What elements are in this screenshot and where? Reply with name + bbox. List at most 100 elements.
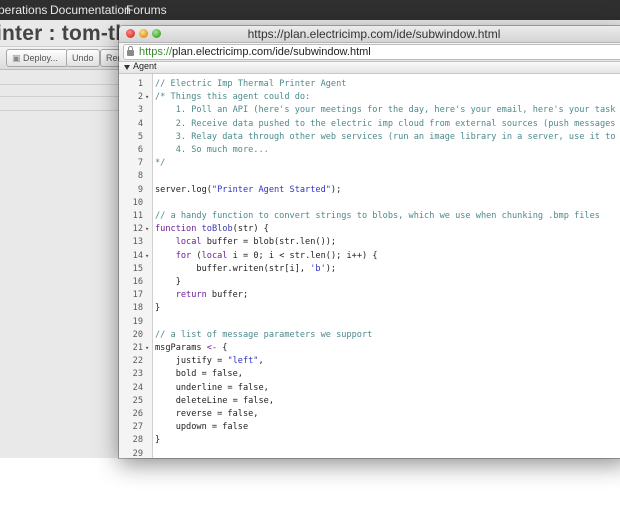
- popup-window: https://plan.electricimp.com/ide/subwind…: [119, 26, 620, 458]
- agent-panel-header[interactable]: Agent: [119, 61, 620, 74]
- fold-arrow-icon[interactable]: ▾: [145, 342, 149, 355]
- line-number: 29: [132, 448, 143, 458]
- line-number: 14: [132, 250, 143, 261]
- background-menubar: perations Documentation Forums: [0, 0, 620, 20]
- background-divider: [0, 96, 120, 97]
- code-editor[interactable]: 1// Electric Imp Thermal Printer Agent 2 ▾…: [119, 74, 620, 458]
- line-number: 17: [132, 290, 143, 301]
- code-line[interactable]: 8: [119, 170, 620, 183]
- agent-panel-label: Agent: [133, 61, 157, 71]
- code-line[interactable]: 17 return buffer;: [119, 289, 620, 302]
- code-text: /* Things this agent could do:: [155, 92, 311, 103]
- code-text: 1. Poll an API (here's your meetings for…: [175, 105, 616, 116]
- code-line[interactable]: 3 1. Poll an API (here's your meetings f…: [119, 104, 620, 117]
- code-text: 3. Relay data through other web services…: [175, 131, 616, 142]
- line-number: 26: [132, 409, 143, 419]
- code-text: function toBlob(str) {: [155, 224, 269, 235]
- line-number: 7: [137, 158, 143, 169]
- code-line[interactable]: 28}: [119, 434, 620, 447]
- code-text: msgParams <- {: [155, 343, 228, 353]
- code-line[interactable]: 5 3. Relay data through other web servic…: [119, 131, 620, 144]
- code-line[interactable]: 23 bold = false,: [119, 368, 620, 381]
- code-text: 4. So much more...: [155, 145, 269, 155]
- window-title: https://plan.electricimp.com/ide/subwind…: [247, 27, 501, 41]
- background-lower-area: [0, 458, 620, 528]
- code-line[interactable]: 22 justify = "left",: [119, 355, 620, 368]
- deploy-button[interactable]: ▣ Deploy...: [6, 49, 68, 67]
- code-text: }: [155, 435, 161, 446]
- line-number: 22: [132, 356, 143, 367]
- code-line[interactable]: 20 // a list of message parameters we sup…: [119, 329, 620, 342]
- code-text: }: [155, 303, 161, 314]
- code-line[interactable]: 18}: [119, 302, 620, 315]
- code-text: updown = false: [155, 422, 249, 433]
- menu-item-documentation[interactable]: Documentation: [50, 3, 131, 17]
- line-number: 13: [132, 237, 143, 248]
- line-number: 24: [132, 382, 143, 393]
- code-text: server.log("Printer Agent Started");: [155, 184, 342, 195]
- fold-arrow-icon[interactable]: ▾: [145, 223, 149, 236]
- code-text: deleteLine = false,: [155, 395, 274, 406]
- line-number: 10: [132, 197, 143, 208]
- code-text: buffer.writen(str[i], 'b');: [155, 263, 337, 274]
- code-line[interactable]: 7 */: [119, 157, 620, 170]
- code-line[interactable]: 13 local buffer = blob(str.len());: [119, 236, 620, 249]
- code-line[interactable]: 21 ▾ msgParams <- {: [119, 342, 620, 355]
- undo-button[interactable]: Undo: [66, 49, 100, 67]
- code-line[interactable]: 11 // a handy function to convert strings…: [119, 210, 620, 223]
- code-line[interactable]: 12 ▾ function toBlob(str) {: [119, 223, 620, 236]
- window-titlebar[interactable]: https://plan.electricimp.com/ide/subwind…: [119, 26, 620, 43]
- code-text: underline = false,: [155, 382, 269, 393]
- code-line[interactable]: 9 server.log("Printer Agent Started");: [119, 184, 620, 197]
- code-text: return buffer;: [175, 290, 249, 301]
- code-text: for (local i = 0; i < str.len(); i++) {: [175, 250, 378, 261]
- code-line[interactable]: 14 ▾ for (local i = 0; i < str.len(); i++…: [119, 250, 620, 263]
- line-number: 27: [132, 422, 143, 433]
- menu-item-forums[interactable]: Forums: [126, 3, 167, 17]
- line-number: 12: [132, 224, 143, 235]
- url-field[interactable]: https://plan.electricimp.com/ide/subwind…: [123, 44, 620, 60]
- code-text: */: [155, 158, 166, 169]
- code-line[interactable]: 2 ▾ /* Things this agent could do:: [119, 91, 620, 104]
- line-number: 18: [132, 303, 143, 314]
- code-text: // a handy function to convert strings t…: [155, 211, 600, 221]
- code-text: // a list of message parameters we suppo…: [155, 329, 373, 340]
- code-line[interactable]: 25 deleteLine = false,: [119, 395, 620, 408]
- fold-arrow-icon[interactable]: ▾: [145, 91, 149, 104]
- line-number: 3: [137, 105, 143, 116]
- line-number: 1: [137, 79, 143, 89]
- collapse-triangle-icon[interactable]: [124, 65, 130, 70]
- code-text: reverse = false,: [155, 409, 259, 419]
- code-line[interactable]: 15 buffer.writen(str[i], 'b');: [119, 263, 620, 276]
- line-number: 23: [132, 369, 143, 380]
- code-text: justify = "left",: [155, 356, 264, 367]
- line-number: 19: [132, 316, 143, 327]
- line-number: 9: [137, 184, 143, 195]
- fold-arrow-icon[interactable]: ▾: [145, 250, 149, 263]
- line-number: 15: [132, 263, 143, 274]
- code-text: bold = false,: [155, 369, 243, 380]
- line-number: 6: [137, 145, 143, 155]
- line-number: 5: [137, 131, 143, 142]
- line-number: 4: [137, 118, 143, 129]
- code-line[interactable]: 19: [119, 316, 620, 329]
- line-number: 2: [137, 92, 143, 103]
- code-line[interactable]: 29: [119, 448, 620, 458]
- code-line[interactable]: 6 4. So much more...: [119, 144, 620, 157]
- code-line[interactable]: 16 }: [119, 276, 620, 289]
- menu-item-operations[interactable]: perations: [0, 3, 47, 17]
- line-number: 16: [132, 277, 143, 287]
- code-text: // Electric Imp Thermal Printer Agent: [155, 79, 347, 89]
- deploy-icon: ▣: [12, 53, 24, 63]
- code-line[interactable]: 26 reverse = false,: [119, 408, 620, 421]
- code-line[interactable]: 1 // Electric Imp Thermal Printer Agent: [119, 78, 620, 91]
- lock-icon: [127, 46, 134, 56]
- line-number: 21: [132, 343, 143, 353]
- code-text: 2. Receive data pushed to the electric i…: [175, 118, 616, 129]
- code-line[interactable]: 24 underline = false,: [119, 382, 620, 395]
- url-text: https://plan.electricimp.com/ide/subwind…: [139, 46, 371, 58]
- code-line[interactable]: 4 2. Receive data pushed to the electric…: [119, 118, 620, 131]
- code-line[interactable]: 27 updown = false: [119, 421, 620, 434]
- code-line[interactable]: 10: [119, 197, 620, 210]
- background-divider: [0, 84, 120, 85]
